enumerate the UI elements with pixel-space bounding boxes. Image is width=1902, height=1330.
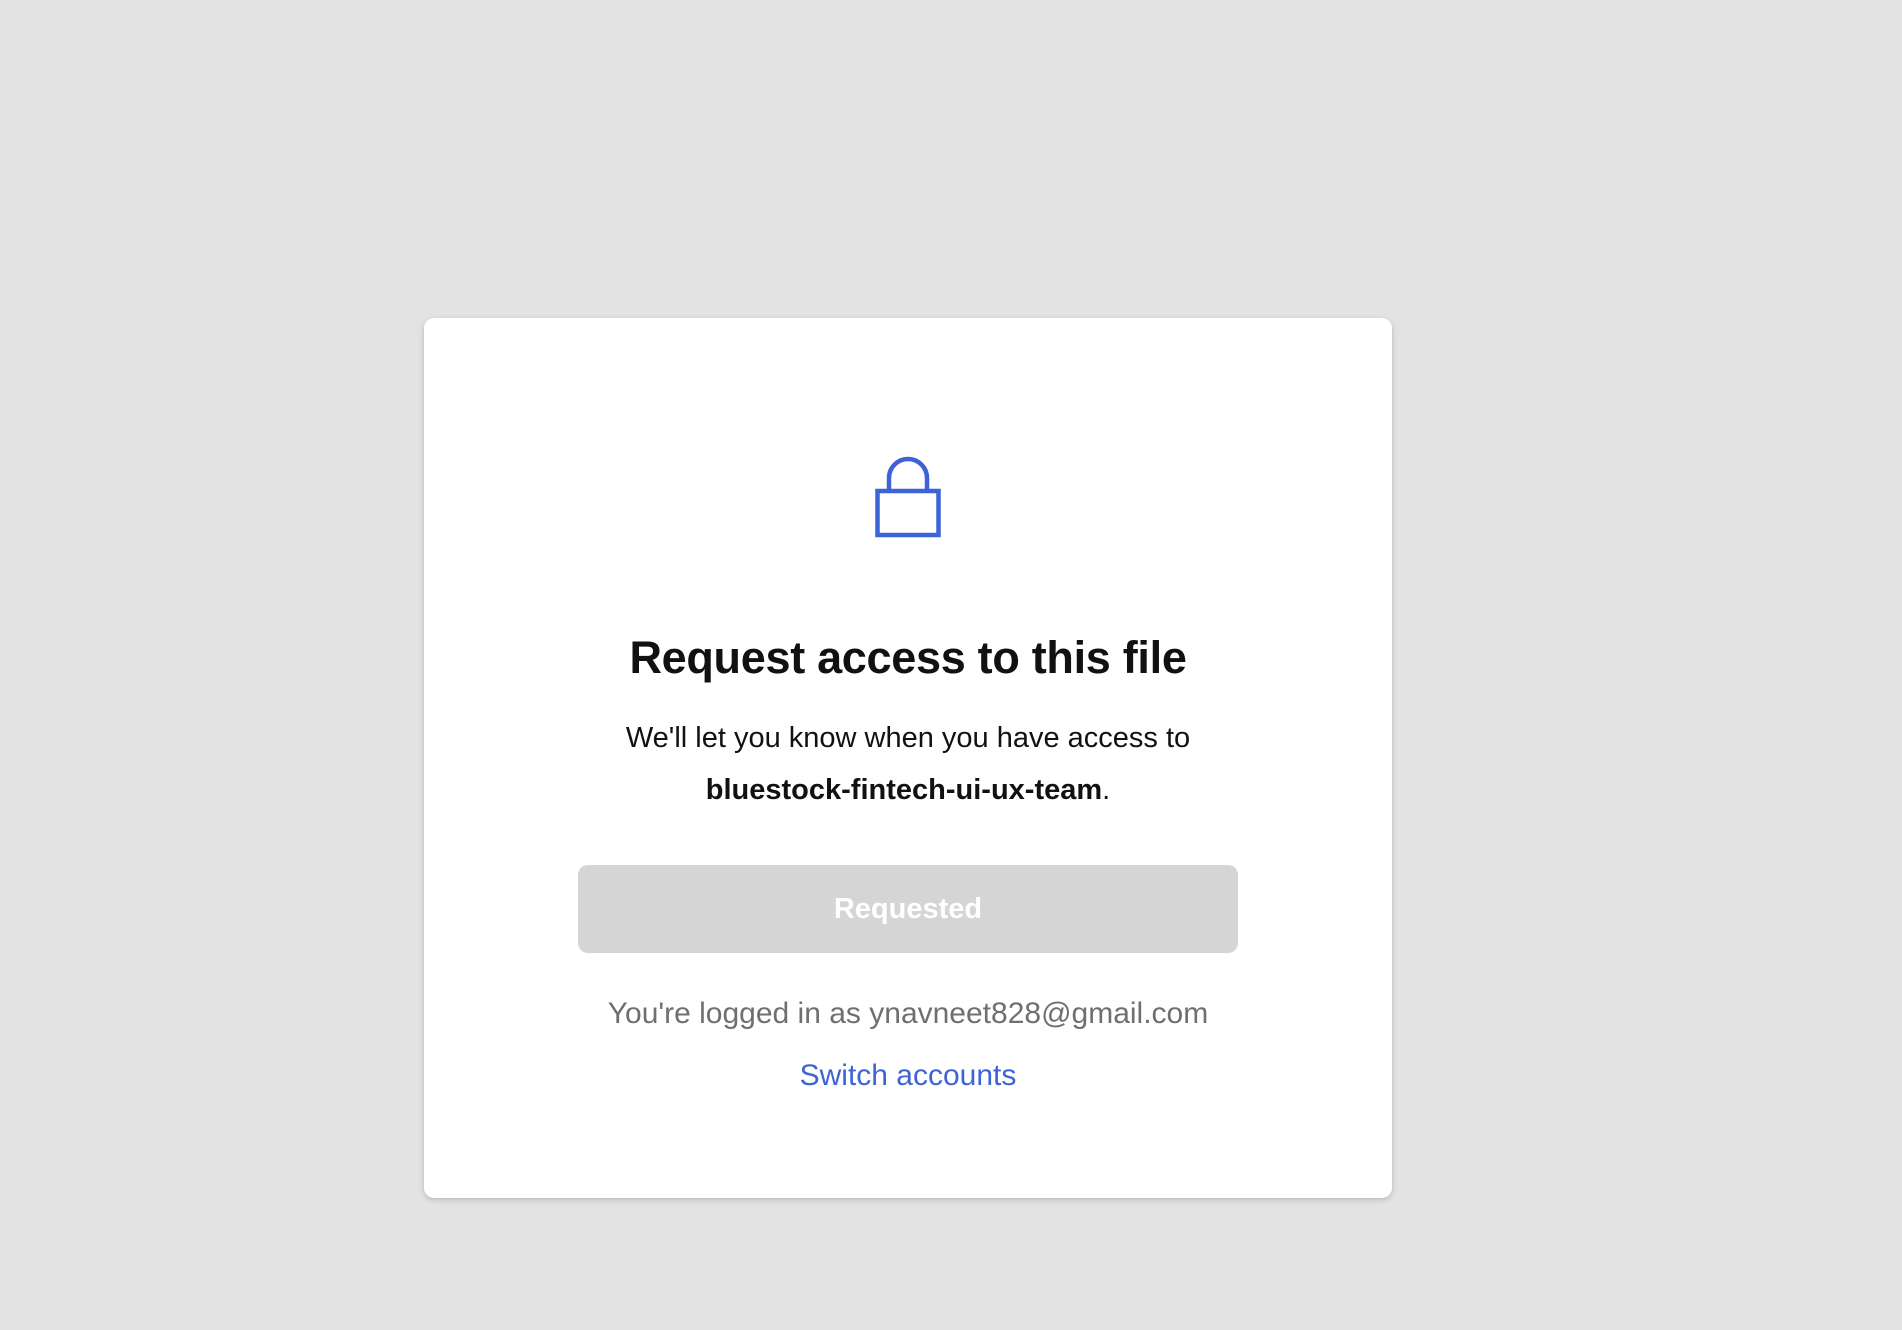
logged-in-text: You're logged in as ynavneet828@gmail.co… — [607, 997, 1209, 1030]
access-description: We'll let you know when you have access … — [424, 712, 1392, 816]
requested-button[interactable]: Requested — [578, 865, 1238, 953]
file-name: bluestock-fintech-ui-ux-team — [705, 774, 1103, 806]
lock-icon-container — [424, 454, 1392, 538]
switch-accounts-link[interactable]: Switch accounts — [778, 1056, 1038, 1096]
request-access-card: Request access to this file We'll let yo… — [424, 318, 1392, 1198]
lock-icon — [875, 456, 941, 538]
description-period: . — [1102, 774, 1111, 806]
page-title: Request access to this file — [629, 632, 1187, 683]
description-text: We'll let you know when you have access … — [625, 722, 1191, 754]
